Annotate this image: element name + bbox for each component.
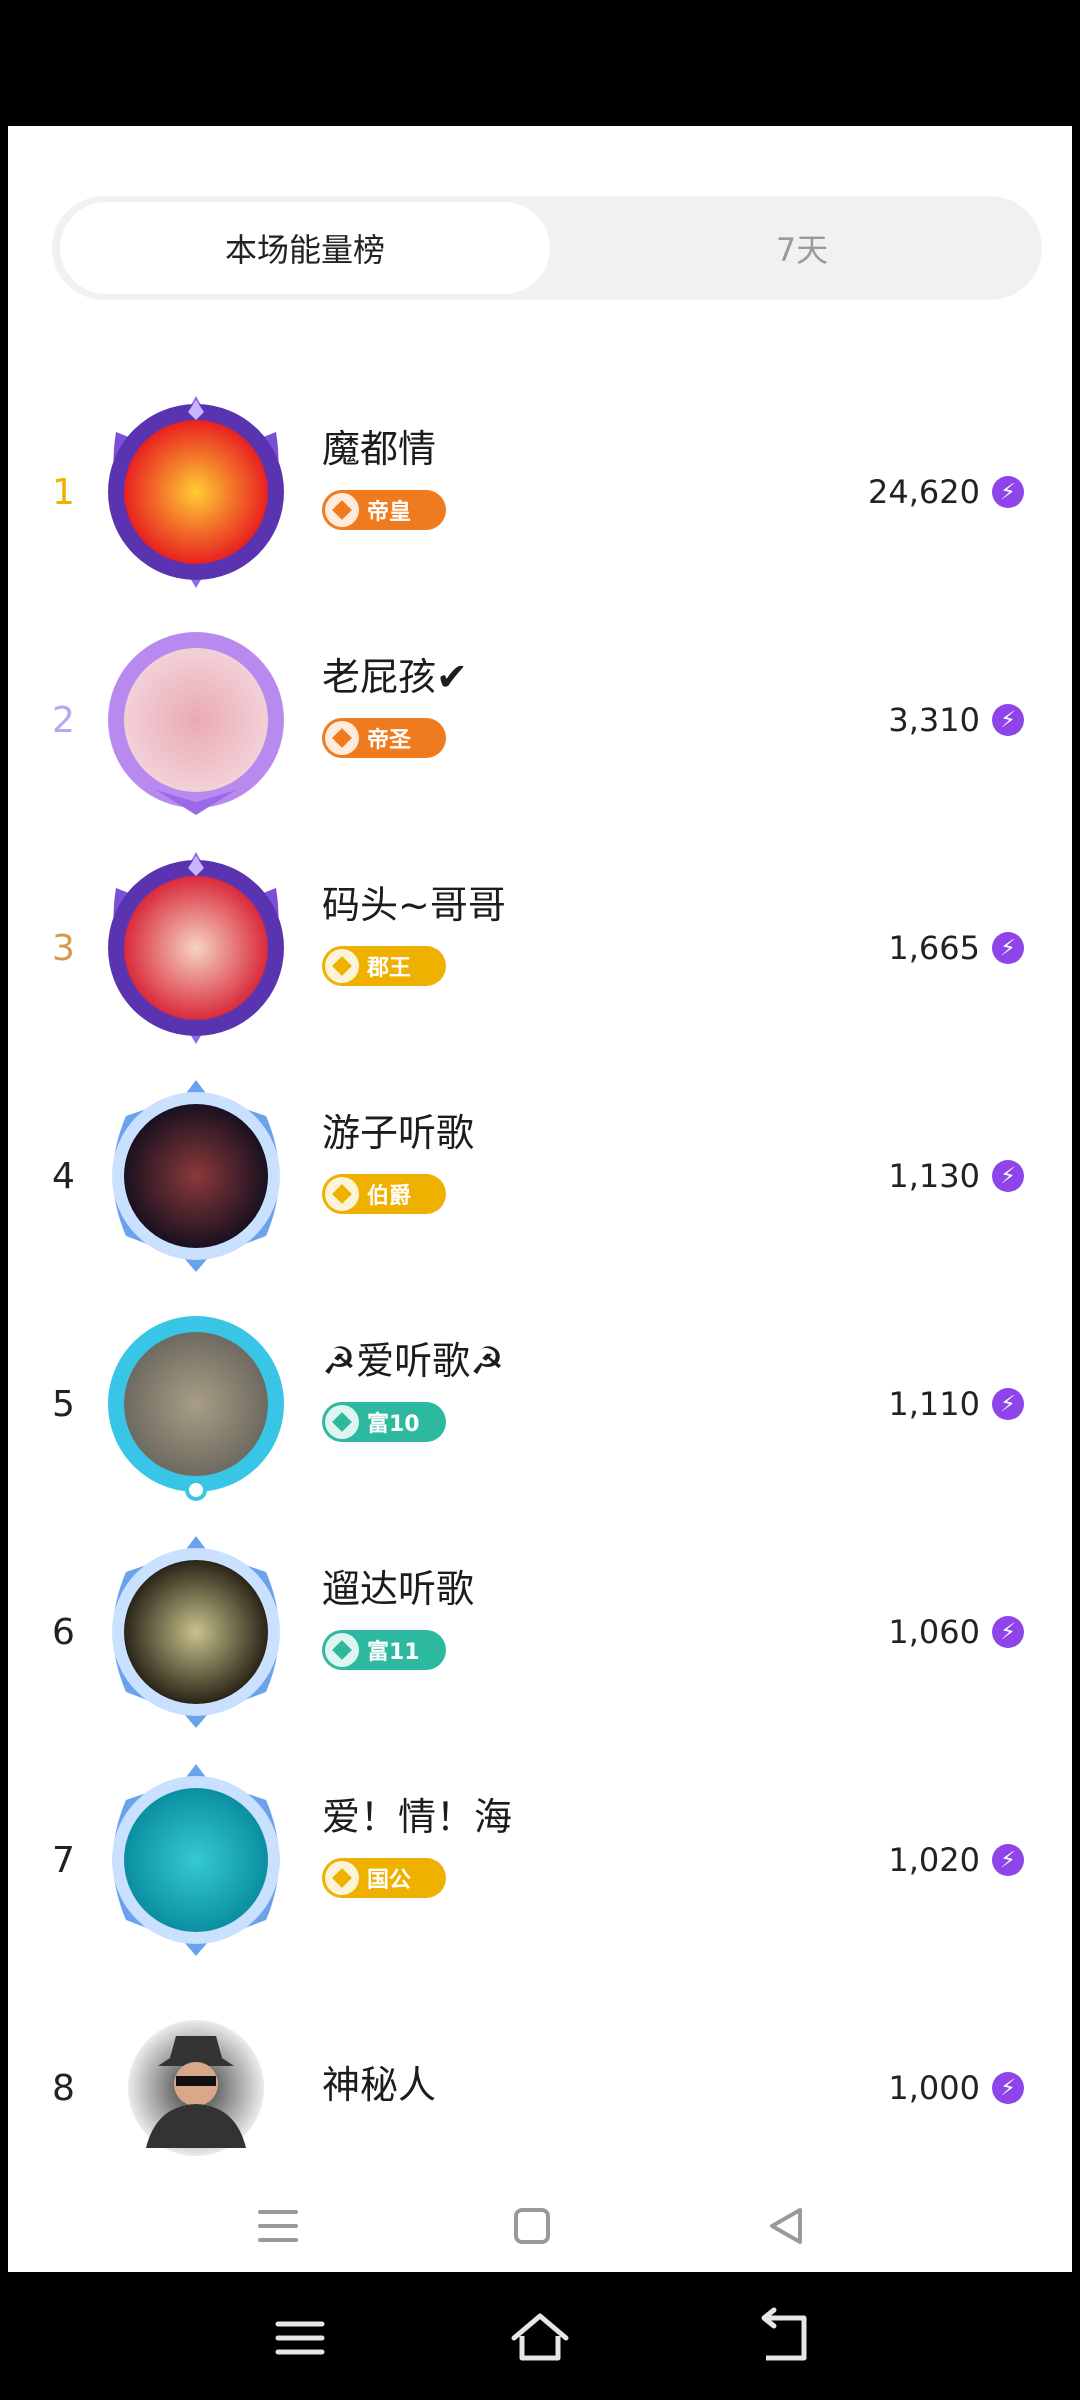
rank-number: 2 <box>52 699 75 741</box>
energy-value: 1,130 <box>888 1157 980 1195</box>
menu-icon[interactable] <box>248 2196 308 2256</box>
tab-7-days[interactable]: 7天 <box>572 202 1032 294</box>
leaderboard-row[interactable]: 5 ☭爱听歌☭ 富10 1,110 ⚡ <box>8 1290 1072 1518</box>
level-badge: 国公 <box>322 1858 446 1898</box>
avatar[interactable] <box>96 1076 296 1276</box>
system-nav-bar <box>0 2272 1080 2400</box>
leaderboard-panel: 本场能量榜 7天 1 魔都情帝皇 24,620 ⚡ 2 老屁孩✔ 帝圣 3,310 ⚡ 3 码头~哥… <box>8 126 1072 2272</box>
leaderboard-row[interactable]: 8 神秘人 1,000 ⚡ <box>8 1974 1072 2202</box>
home-icon[interactable] <box>504 2302 576 2374</box>
user-name: 神秘人 <box>322 2063 437 2107</box>
energy-value: 1,060 <box>888 1613 980 1651</box>
avatar-frame[interactable] <box>96 1760 296 1960</box>
rank-number: 7 <box>52 1839 75 1881</box>
avatar[interactable] <box>96 620 296 820</box>
avatar-frame[interactable] <box>96 1304 296 1504</box>
energy-score: 1,130 ⚡ <box>888 1062 1024 1290</box>
energy-bolt-icon: ⚡ <box>992 2072 1024 2104</box>
leaderboard-row[interactable]: 4 游子听歌伯爵 1,130 ⚡ <box>8 1062 1072 1290</box>
user-name: 游子听歌 <box>322 1111 475 1155</box>
level-label: 帝圣 <box>367 728 412 753</box>
avatar[interactable] <box>96 1304 296 1504</box>
avatar-frame[interactable] <box>96 1532 296 1732</box>
user-name: 老屁孩✔ <box>322 655 468 699</box>
user-name: ☭爱听歌☭ <box>322 1339 505 1383</box>
avatar[interactable] <box>96 848 296 1048</box>
level-icon <box>325 1633 359 1667</box>
rank-number: 1 <box>52 471 75 513</box>
level-badge: 帝皇 <box>322 490 446 530</box>
level-label: 伯爵 <box>367 1184 412 1209</box>
level-badge: 郡王 <box>322 946 446 986</box>
level-icon <box>325 1405 359 1439</box>
rank-number: 8 <box>52 2067 75 2109</box>
level-badge: 帝圣 <box>322 718 446 758</box>
energy-value: 1,000 <box>888 2069 980 2107</box>
energy-bolt-icon: ⚡ <box>992 1616 1024 1648</box>
menu-icon[interactable] <box>264 2302 336 2374</box>
avatar-frame[interactable] <box>96 1988 296 2188</box>
avatar[interactable] <box>96 1760 296 1960</box>
leaderboard-row[interactable]: 7 爱！情！海国公 1,020 ⚡ <box>8 1746 1072 1974</box>
level-icon <box>325 493 359 527</box>
level-label: 国公 <box>367 1868 412 1893</box>
energy-score: 1,020 ⚡ <box>888 1746 1024 1974</box>
energy-bolt-icon: ⚡ <box>992 932 1024 964</box>
energy-score: 1,110 ⚡ <box>888 1290 1024 1518</box>
leaderboard-row[interactable]: 1 魔都情帝皇 24,620 ⚡ <box>8 378 1072 606</box>
user-name: 遛达听歌 <box>322 1567 475 1611</box>
energy-bolt-icon: ⚡ <box>992 1388 1024 1420</box>
back-icon[interactable] <box>744 2302 816 2374</box>
level-badge: 富10 <box>322 1402 446 1442</box>
tab-current-energy[interactable]: 本场能量榜 <box>60 202 550 294</box>
energy-bolt-icon: ⚡ <box>992 476 1024 508</box>
app-nav-bar <box>8 2176 1072 2272</box>
energy-value: 1,665 <box>888 929 980 967</box>
leaderboard-row[interactable]: 3 码头~哥哥郡王 1,665 ⚡ <box>8 834 1072 1062</box>
energy-score: 1,665 ⚡ <box>888 834 1024 1062</box>
energy-value: 3,310 <box>888 701 980 739</box>
leaderboard-row[interactable]: 6 遛达听歌富11 1,060 ⚡ <box>8 1518 1072 1746</box>
avatar-frame[interactable] <box>96 1076 296 1276</box>
avatar[interactable] <box>96 1988 296 2188</box>
energy-bolt-icon: ⚡ <box>992 1160 1024 1192</box>
energy-score: 1,000 ⚡ <box>888 1974 1024 2202</box>
level-label: 富10 <box>367 1412 420 1437</box>
energy-score: 3,310 ⚡ <box>888 606 1024 834</box>
leaderboard-row[interactable]: 2 老屁孩✔ 帝圣 3,310 ⚡ <box>8 606 1072 834</box>
avatar-frame[interactable] <box>96 620 296 820</box>
level-icon <box>325 1177 359 1211</box>
user-name: 码头~哥哥 <box>322 883 506 927</box>
level-icon <box>325 949 359 983</box>
energy-value: 24,620 <box>868 473 980 511</box>
user-name: 魔都情 <box>322 427 437 471</box>
tab-bar: 本场能量榜 7天 <box>52 196 1042 300</box>
energy-score: 24,620 ⚡ <box>868 378 1024 606</box>
avatar-frame[interactable] <box>96 848 296 1048</box>
avatar-frame[interactable] <box>96 392 296 592</box>
energy-score: 1,060 ⚡ <box>888 1518 1024 1746</box>
energy-bolt-icon: ⚡ <box>992 1844 1024 1876</box>
level-badge: 富11 <box>322 1630 446 1670</box>
avatar[interactable] <box>96 1532 296 1732</box>
avatar[interactable] <box>96 392 296 592</box>
energy-bolt-icon: ⚡ <box>992 704 1024 736</box>
energy-value: 1,020 <box>888 1841 980 1879</box>
rank-number: 6 <box>52 1611 75 1653</box>
level-icon <box>325 721 359 755</box>
level-label: 富11 <box>367 1640 420 1665</box>
user-name: 爱！情！海 <box>322 1795 513 1839</box>
level-icon <box>325 1861 359 1895</box>
level-label: 郡王 <box>367 956 412 981</box>
level-label: 帝皇 <box>367 500 412 525</box>
rank-number: 5 <box>52 1383 75 1425</box>
rank-number: 3 <box>52 927 75 969</box>
back-triangle-icon[interactable] <box>756 2196 816 2256</box>
energy-value: 1,110 <box>888 1385 980 1423</box>
home-square-icon[interactable] <box>502 2196 562 2256</box>
rank-number: 4 <box>52 1155 75 1197</box>
level-badge: 伯爵 <box>322 1174 446 1214</box>
